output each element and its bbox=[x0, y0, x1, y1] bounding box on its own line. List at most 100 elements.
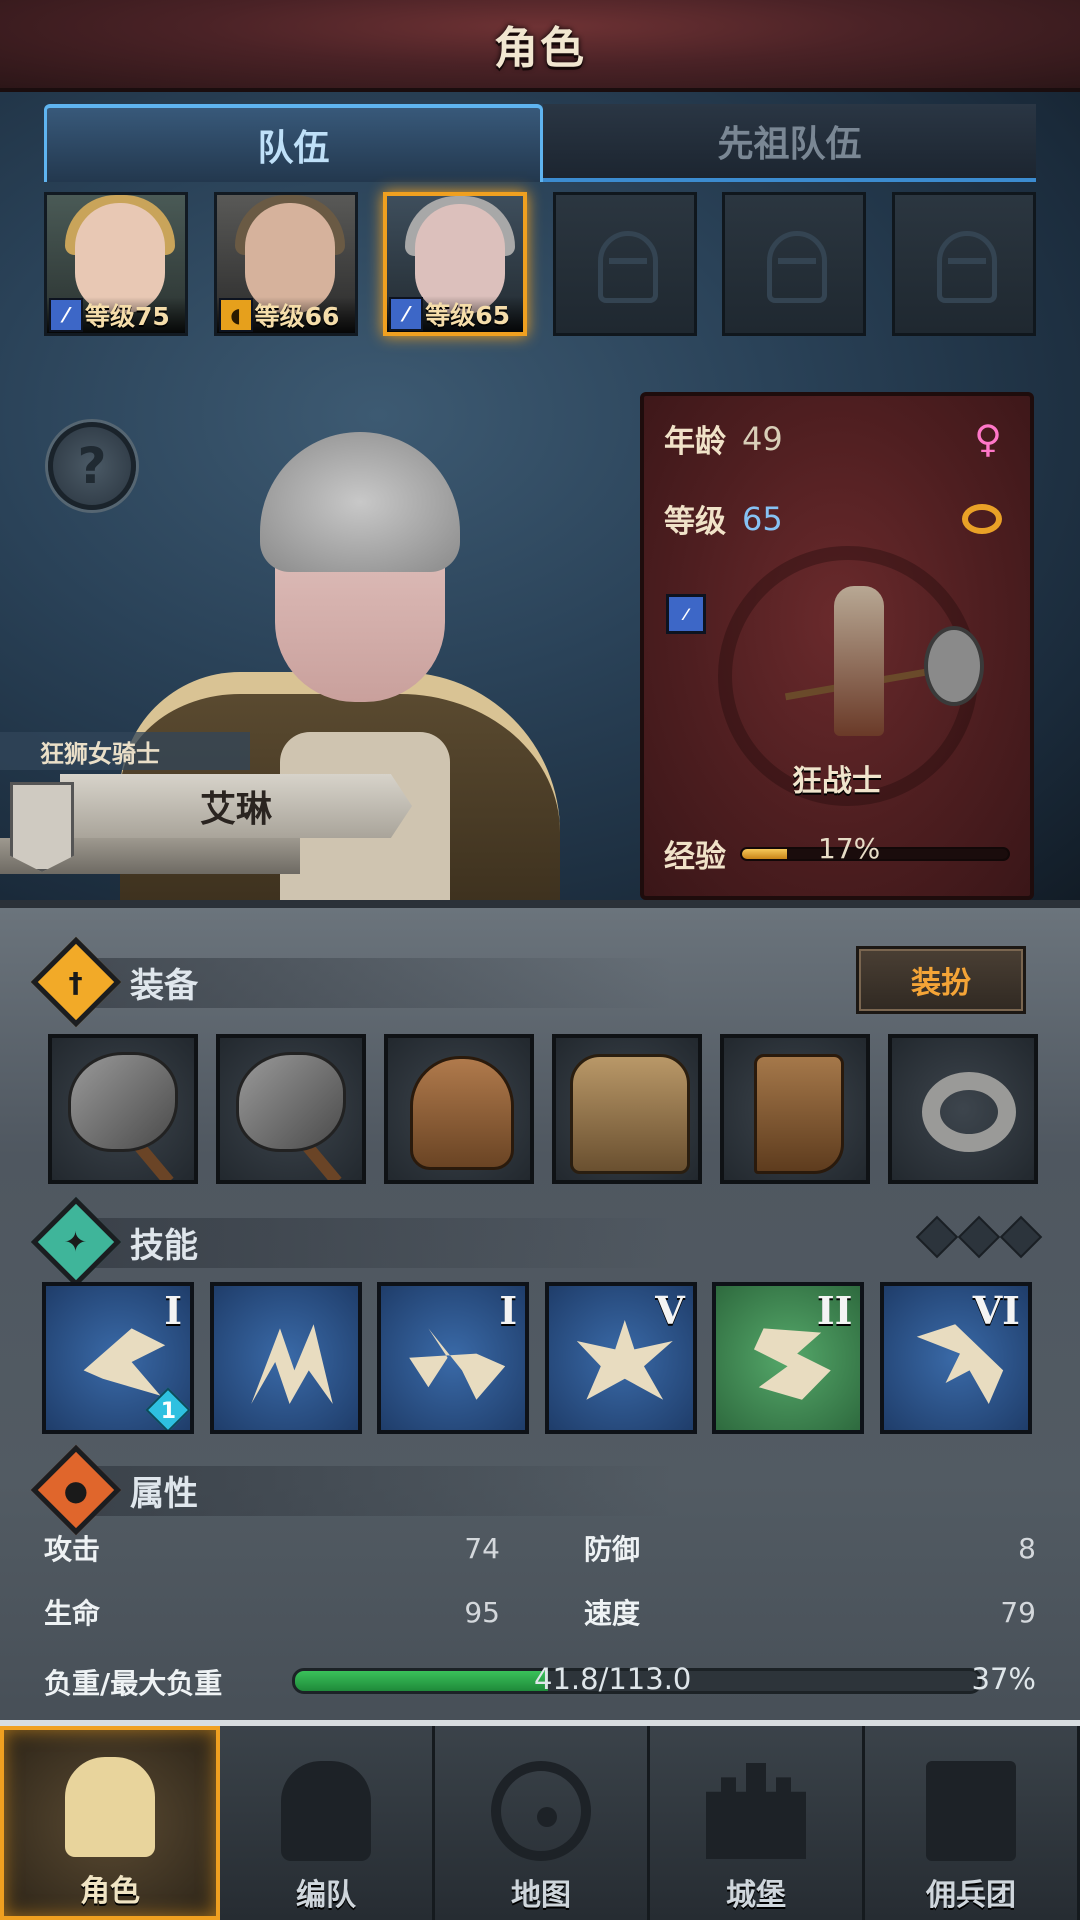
nav-map[interactable]: 地图 bbox=[435, 1726, 650, 1920]
battle-axe-icon bbox=[236, 1052, 346, 1152]
stat-value: 74 bbox=[464, 1531, 500, 1565]
question-icon: ? bbox=[77, 437, 107, 495]
exp-bar-fill bbox=[742, 848, 788, 859]
sword-icon: ⁄ bbox=[49, 298, 83, 332]
leather-boots-icon bbox=[754, 1054, 844, 1174]
equip-slot-weapon-2[interactable] bbox=[216, 1034, 366, 1184]
berserker-figure bbox=[784, 566, 984, 756]
castle-icon bbox=[701, 1756, 811, 1866]
team-tabs: 队伍 先祖队伍 bbox=[44, 104, 1036, 182]
skill-gem-count: 1 bbox=[160, 1399, 176, 1424]
load-value: 41.8/113.0 bbox=[534, 1662, 692, 1696]
skill-slot-1[interactable]: I 1 bbox=[42, 1282, 194, 1434]
nav-label: 地图 bbox=[511, 1878, 571, 1913]
skill-slot-gems bbox=[915, 1215, 1043, 1259]
nav-formation[interactable]: 编队 bbox=[220, 1726, 435, 1920]
leather-armor-icon bbox=[570, 1054, 690, 1174]
helmet-placeholder-icon bbox=[767, 231, 828, 303]
stat-label: 生命 bbox=[44, 1597, 101, 1630]
skill-slot-4[interactable]: V bbox=[544, 1282, 697, 1434]
claw-skill-icon bbox=[251, 1324, 333, 1404]
skill-slot-2[interactable] bbox=[209, 1282, 362, 1434]
tab-team[interactable]: 队伍 bbox=[44, 104, 543, 182]
age-label: 年龄 bbox=[664, 424, 726, 460]
iron-ring-icon bbox=[922, 1072, 1016, 1152]
equip-slot-helmet[interactable] bbox=[384, 1034, 534, 1184]
helmet-placeholder-icon bbox=[936, 231, 997, 303]
stat-hp: 生命 95 bbox=[44, 1592, 500, 1632]
nav-label: 城堡 bbox=[726, 1878, 786, 1913]
skills-title: 技能 bbox=[130, 1225, 198, 1266]
banner-flag-icon bbox=[10, 782, 74, 872]
party-slot-empty[interactable] bbox=[722, 192, 867, 336]
knight-icon bbox=[55, 1752, 165, 1862]
empty-gem-icon bbox=[957, 1215, 1001, 1259]
character-title: 狂狮女骑士 bbox=[0, 732, 250, 770]
female-icon: ♀ bbox=[974, 416, 1002, 461]
character-info-card: 年龄 49 ♀ 等级 65 ⁄ 狂战士 经验 17% bbox=[640, 392, 1034, 900]
outfit-button[interactable]: 装扮 bbox=[856, 946, 1026, 1014]
silhouette-icon: ● bbox=[30, 1444, 122, 1536]
party-slot-empty[interactable] bbox=[891, 192, 1036, 336]
stat-speed: 速度 79 bbox=[584, 1592, 1036, 1632]
empty-gem-icon bbox=[915, 1215, 959, 1259]
equip-slot-ring[interactable] bbox=[888, 1034, 1038, 1184]
equip-slot-armor[interactable] bbox=[552, 1034, 702, 1184]
load-row: 负重/最大负重 41.8/113.0 37% bbox=[44, 1660, 1036, 1704]
level-value: 65 bbox=[742, 499, 783, 538]
page-title: 角色 bbox=[494, 23, 586, 74]
stat-label: 攻击 bbox=[44, 1533, 101, 1566]
exp-label: 经验 bbox=[664, 839, 726, 875]
star-icon: ✦ bbox=[30, 1196, 122, 1288]
tab-ancestor-team[interactable]: 先祖队伍 bbox=[543, 104, 1036, 182]
leather-helmet-icon bbox=[410, 1056, 514, 1170]
stat-value: 95 bbox=[464, 1595, 500, 1629]
skill-slot-3[interactable]: I bbox=[377, 1282, 530, 1434]
bottom-nav: 角色 编队 地图 城堡 佣兵团 bbox=[0, 1720, 1080, 1920]
team-panel: 队伍 先祖队伍 ⁄ 等级75 ◖ 等级66 ⁄ 等级65 ? 狂狮女骑士 艾琳 … bbox=[0, 92, 1080, 900]
slot-level: 等级75 bbox=[85, 302, 170, 331]
class-name: 狂战士 bbox=[792, 764, 882, 799]
compass-icon bbox=[486, 1756, 596, 1866]
party-slot-1[interactable]: ⁄ 等级75 bbox=[44, 192, 188, 336]
attributes-header: ● 属性 bbox=[30, 1444, 1036, 1536]
rings-icon bbox=[962, 503, 1002, 534]
party-slot-3[interactable]: ⁄ 等级65 bbox=[383, 192, 528, 336]
stat-attack: 攻击 74 bbox=[44, 1528, 500, 1568]
outfit-button-label: 装扮 bbox=[911, 966, 971, 1001]
top-header: 角色 bbox=[0, 0, 1080, 92]
shield-icon: ◖ bbox=[218, 298, 253, 332]
stat-value: 8 bbox=[1018, 1531, 1036, 1565]
helmet-icon bbox=[271, 1756, 381, 1866]
stat-defense: 防御 8 bbox=[584, 1528, 1036, 1568]
sword-icon: ⁄ bbox=[389, 297, 424, 331]
dagger-icon: † bbox=[30, 936, 122, 1028]
equip-slot-weapon-1[interactable] bbox=[48, 1034, 198, 1184]
skill-rank: V bbox=[655, 1288, 685, 1333]
load-label: 负重/最大负重 bbox=[44, 1667, 223, 1700]
stat-label: 防御 bbox=[584, 1533, 641, 1566]
skill-slot-5[interactable]: II bbox=[712, 1282, 865, 1434]
character-name: 艾琳 bbox=[199, 789, 272, 830]
skill-rank: I bbox=[164, 1288, 182, 1333]
character-name-plate[interactable]: 艾琳 bbox=[60, 774, 412, 838]
exp-percent: 17% bbox=[818, 832, 881, 865]
party-slot-empty[interactable] bbox=[552, 192, 697, 336]
nav-castle[interactable]: 城堡 bbox=[650, 1726, 865, 1920]
nav-mercenary[interactable]: 佣兵团 bbox=[865, 1726, 1080, 1920]
skill-slot-6[interactable]: VI bbox=[879, 1282, 1032, 1434]
helmet-placeholder-icon bbox=[597, 231, 658, 303]
nav-label: 佣兵团 bbox=[926, 1878, 1016, 1913]
load-percent: 37% bbox=[971, 1662, 1036, 1696]
equip-slot-boots[interactable] bbox=[720, 1034, 870, 1184]
nav-character[interactable]: 角色 bbox=[0, 1726, 220, 1920]
party-slots: ⁄ 等级75 ◖ 等级66 ⁄ 等级65 bbox=[44, 192, 1036, 338]
load-bar-fill bbox=[295, 1671, 549, 1691]
equipment-title: 装备 bbox=[130, 965, 198, 1006]
party-slot-2[interactable]: ◖ 等级66 bbox=[213, 192, 358, 336]
stat-value: 79 bbox=[1000, 1595, 1036, 1629]
battle-axe-icon bbox=[68, 1052, 178, 1152]
crystal-strike-skill-icon bbox=[409, 1328, 506, 1400]
empty-gem-icon bbox=[999, 1215, 1043, 1259]
equipment-slots bbox=[48, 1034, 1038, 1184]
